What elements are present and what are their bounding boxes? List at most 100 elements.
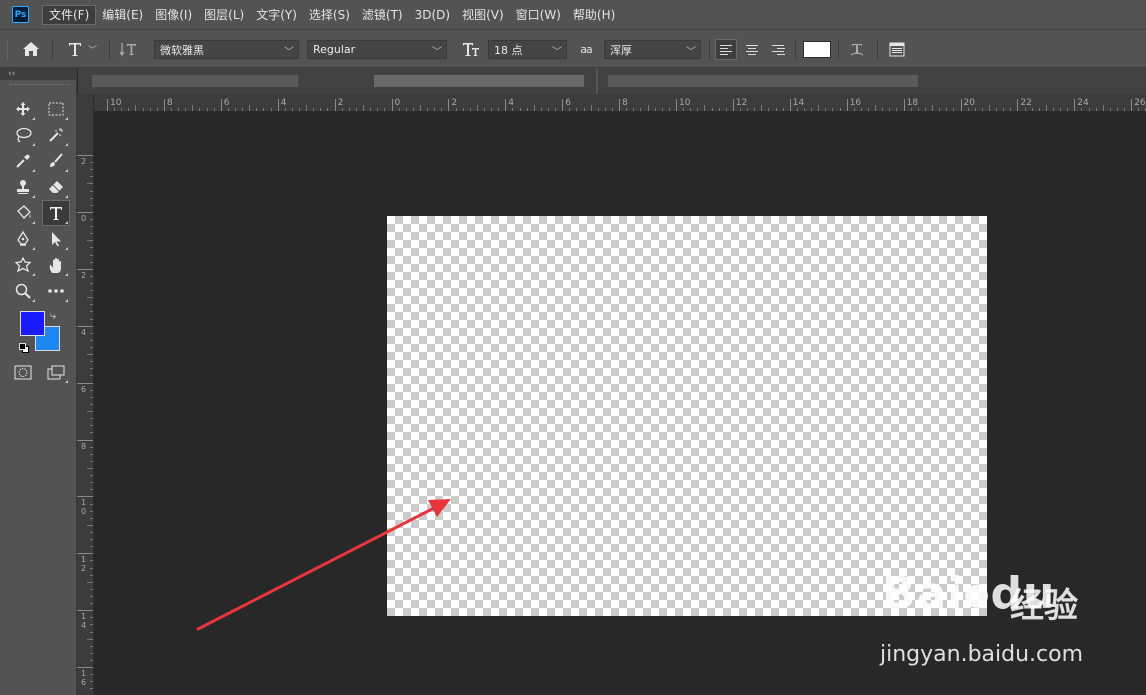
font-style-value: Regular [313, 43, 356, 56]
ruler-minor-tick [90, 681, 93, 683]
menu-window[interactable]: 窗口(W) [510, 5, 567, 25]
ruler-minor-tick [114, 108, 116, 111]
foreground-color-swatch[interactable] [20, 311, 45, 336]
document-canvas[interactable] [387, 216, 987, 616]
ruler-minor-tick [90, 219, 93, 220]
menu-filter[interactable]: 滤镜(T) [356, 5, 409, 25]
align-center-button[interactable] [741, 39, 763, 60]
ruler-minor-tick [917, 108, 919, 111]
vertical-ruler[interactable]: 2 0 2 4 6 8 10 12 14 16 [77, 94, 94, 695]
ruler-minor-tick [90, 311, 93, 313]
menu-select[interactable]: 选择(S) [303, 5, 356, 25]
ruler-minor-tick [90, 531, 93, 533]
menu-image[interactable]: 图像(I) [149, 5, 198, 25]
ruler-minor-tick [299, 108, 301, 111]
ruler-minor-tick [697, 108, 699, 111]
ruler-minor-tick [90, 389, 93, 391]
magic-wand-tool[interactable] [43, 123, 69, 147]
ruler-minor-tick [90, 347, 93, 349]
lasso-tool[interactable] [10, 123, 36, 147]
type-tool[interactable] [42, 200, 70, 226]
tool-preset-picker[interactable]: ﹀ [62, 38, 102, 60]
ruler-minor-tick [996, 108, 998, 111]
ruler-minor-tick [441, 108, 443, 111]
menu-3d[interactable]: 3D(D) [409, 5, 456, 25]
eraser-tool[interactable] [43, 175, 69, 199]
ruler-minor-tick [87, 240, 93, 242]
ruler-minor-tick [576, 108, 578, 111]
tools-collapse[interactable]: ‹‹ [0, 68, 76, 80]
type-tool-icon [68, 43, 81, 56]
menu-edit[interactable]: 编辑(E) [96, 5, 149, 25]
hand-tool[interactable] [43, 253, 69, 277]
ruler-major-tick [77, 382, 93, 384]
ruler-major-tick [77, 155, 93, 156]
ruler-tick-label: 0 [80, 213, 87, 223]
ruler-minor-tick [633, 108, 635, 111]
font-family-value: 微软雅黑 [160, 43, 204, 57]
ruler-minor-tick [462, 108, 464, 111]
toggle-text-orientation-button[interactable] [117, 38, 141, 60]
options-grip[interactable] [7, 40, 11, 59]
ruler-minor-tick [775, 108, 777, 111]
path-selection-tool[interactable] [43, 227, 69, 251]
menu-view[interactable]: 视图(V) [456, 5, 510, 25]
home-button[interactable] [18, 38, 44, 60]
screen-mode-button[interactable] [43, 360, 69, 384]
ruler-minor-tick [540, 108, 542, 111]
ruler-minor-tick [476, 105, 478, 111]
brush-tool[interactable] [43, 149, 69, 173]
rectangular-marquee-icon [48, 102, 64, 116]
marquee-tool[interactable] [43, 97, 69, 121]
ruler-minor-tick [90, 482, 93, 484]
ruler-minor-tick [235, 108, 237, 111]
move-tool[interactable] [10, 97, 36, 121]
text-color-swatch[interactable] [803, 41, 831, 58]
stamp-tool[interactable] [10, 175, 36, 199]
ruler-minor-tick [1081, 108, 1083, 111]
zoom-tool[interactable] [10, 279, 36, 303]
horizontal-ruler[interactable]: 10 8 6 4 2 0 2 4 6 8 10 12 14 16 18 20 22 24 26 [94, 94, 1146, 112]
ruler-major-tick [77, 268, 93, 270]
default-colors-icon[interactable] [19, 343, 29, 353]
menu-file[interactable]: 文件(F) [42, 4, 97, 25]
ruler-minor-tick [291, 108, 293, 111]
pen-tool[interactable] [10, 227, 36, 251]
ruler-minor-tick [1088, 108, 1090, 111]
ruler-minor-tick [90, 567, 93, 569]
more-tools-button[interactable] [43, 279, 69, 303]
ruler-minor-tick [868, 108, 870, 111]
eyedropper-tool[interactable] [10, 149, 36, 173]
font-style-select[interactable]: Regular ﹀ [307, 40, 447, 59]
ruler-tick-label: 2 [80, 157, 87, 166]
menu-layer[interactable]: 图层(L) [198, 5, 250, 25]
shape-tool[interactable] [10, 253, 36, 277]
ruler-minor-tick [377, 108, 379, 111]
align-right-button[interactable] [767, 39, 789, 60]
antialias-select[interactable]: 浑厚 ﹀ [604, 40, 701, 59]
ruler-minor-tick [90, 674, 93, 676]
ruler-minor-tick [363, 105, 365, 111]
ruler-minor-tick [661, 108, 663, 111]
chevron-down-icon: ﹀ [432, 47, 442, 58]
ruler-minor-tick [825, 108, 827, 111]
warp-text-button[interactable] [846, 38, 868, 60]
font-size-select[interactable]: 18 点 ﹀ [488, 40, 567, 59]
character-panel-button[interactable] [885, 38, 909, 60]
menu-type[interactable]: 文字(Y) [250, 5, 303, 25]
quick-mask-button[interactable] [10, 360, 36, 384]
menu-help[interactable]: 帮助(H) [567, 5, 621, 25]
ruler-minor-tick [711, 108, 713, 111]
ruler-minor-tick [547, 108, 549, 111]
font-family-select[interactable]: 微软雅黑 ﹀ [154, 40, 299, 59]
ruler-minor-tick [427, 108, 429, 111]
swap-colors-icon[interactable]: ⤷ [50, 309, 56, 323]
ruler-minor-tick [405, 108, 407, 111]
ruler-minor-tick [1067, 108, 1069, 111]
paint-bucket-tool[interactable] [10, 201, 36, 225]
document-tab-strip [78, 68, 1146, 94]
tools-grip[interactable] [10, 84, 70, 86]
antialias-value: 浑厚 [610, 43, 632, 57]
align-left-button[interactable] [715, 39, 737, 60]
ruler-minor-tick [491, 108, 493, 111]
